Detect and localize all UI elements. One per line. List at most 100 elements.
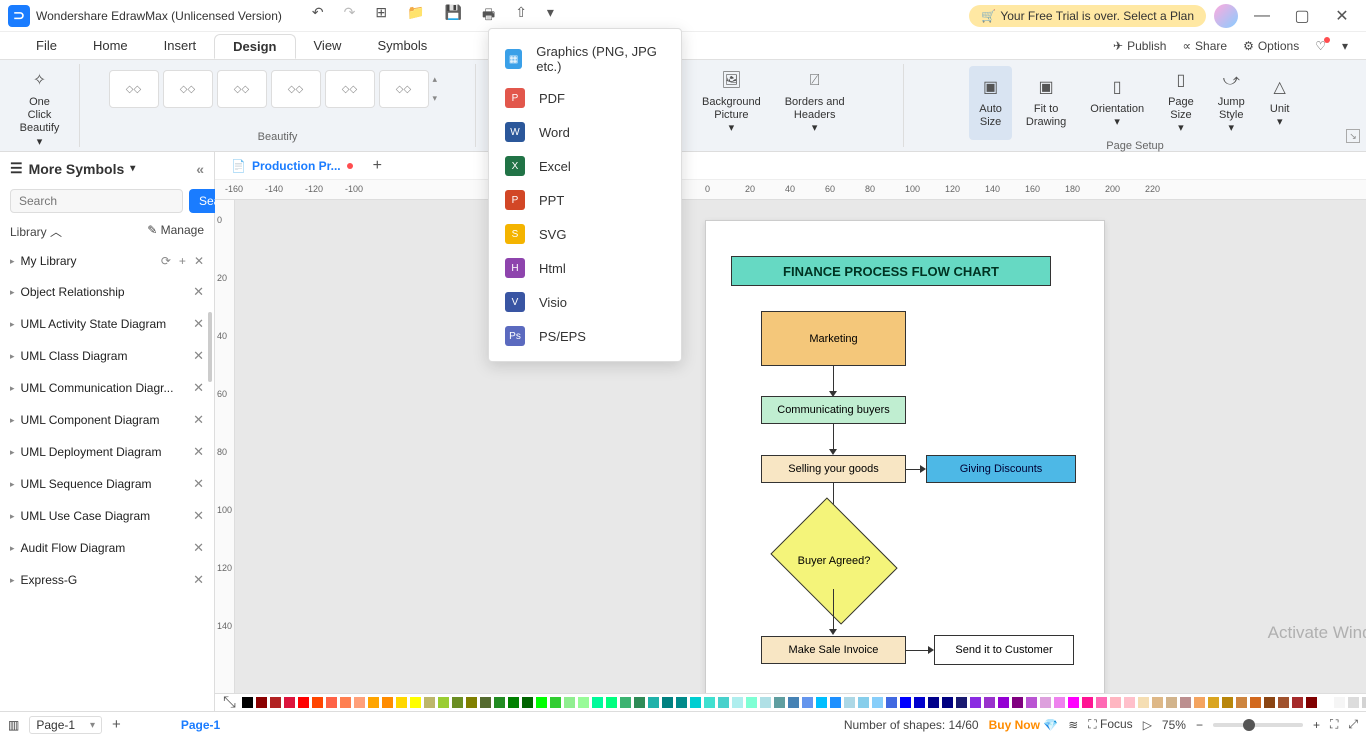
color-swatch[interactable]	[591, 696, 604, 709]
color-swatch[interactable]	[647, 696, 660, 709]
color-swatch[interactable]	[1277, 696, 1290, 709]
color-swatch[interactable]	[1207, 696, 1220, 709]
pages-panel-icon[interactable]: ▥	[8, 718, 19, 732]
color-swatch[interactable]	[1123, 696, 1136, 709]
close-icon[interactable]: ✕	[193, 380, 204, 396]
close-icon[interactable]: ✕	[193, 508, 204, 524]
library-item[interactable]: ▸Object Relationship✕	[0, 276, 214, 308]
color-swatch[interactable]	[745, 696, 758, 709]
color-swatch[interactable]	[255, 696, 268, 709]
color-swatch[interactable]	[577, 696, 590, 709]
options-button[interactable]: ⚙ Options	[1243, 39, 1299, 53]
library-item[interactable]: ▸Express-G✕	[0, 564, 214, 596]
scrollbar-thumb[interactable]	[208, 312, 212, 382]
notification-button[interactable]: ♡	[1315, 39, 1326, 53]
close-button[interactable]: ✕	[1326, 2, 1358, 30]
color-swatch[interactable]	[311, 696, 324, 709]
theme-style-3[interactable]: ◇◇	[217, 70, 267, 108]
color-swatch[interactable]	[1095, 696, 1108, 709]
color-swatch[interactable]	[983, 696, 996, 709]
document-tab[interactable]: 📄 Production Pr...	[223, 155, 361, 177]
zoom-out-button[interactable]: −	[1196, 718, 1203, 732]
refresh-icon[interactable]: ⟳	[161, 254, 171, 268]
add-tab-button[interactable]: +	[373, 157, 382, 175]
color-swatch[interactable]	[619, 696, 632, 709]
color-swatch[interactable]	[885, 696, 898, 709]
color-swatch[interactable]	[605, 696, 618, 709]
color-swatch[interactable]	[1235, 696, 1248, 709]
color-swatch[interactable]	[941, 696, 954, 709]
share-button[interactable]: ∝ Share	[1182, 39, 1227, 53]
color-swatch[interactable]	[913, 696, 926, 709]
borders-headers-button[interactable]: ⍁ Borders and Headers ▾	[775, 66, 855, 140]
library-item[interactable]: ▸UML Component Diagram✕	[0, 404, 214, 436]
color-swatch[interactable]	[1249, 696, 1262, 709]
menu-view[interactable]: View	[296, 34, 360, 57]
search-input[interactable]	[10, 189, 183, 213]
fit-drawing-button[interactable]: ▣ Fit to Drawing	[1016, 66, 1076, 140]
style-scroll-up-icon[interactable]: ▴	[433, 74, 447, 85]
color-swatch[interactable]	[1291, 696, 1304, 709]
library-item[interactable]: ▸My Library⟳+✕	[0, 246, 214, 276]
close-icon[interactable]: ✕	[193, 572, 204, 588]
shape-invoice[interactable]: Make Sale Invoice	[761, 636, 906, 664]
color-swatch[interactable]	[423, 696, 436, 709]
color-swatch[interactable]	[675, 696, 688, 709]
color-swatch[interactable]	[437, 696, 450, 709]
export-visio[interactable]: VVisio	[489, 285, 681, 319]
color-swatch[interactable]	[507, 696, 520, 709]
redo-icon[interactable]: ↷	[344, 4, 356, 28]
menu-design[interactable]: Design	[214, 34, 295, 59]
minimize-button[interactable]: —	[1246, 2, 1278, 30]
add-icon[interactable]: +	[179, 254, 186, 268]
color-swatch[interactable]	[367, 696, 380, 709]
close-icon[interactable]: ✕	[193, 412, 204, 428]
color-swatch[interactable]	[353, 696, 366, 709]
color-swatch[interactable]	[1011, 696, 1024, 709]
trial-badge[interactable]: 🛒 Your Free Trial is over. Select a Plan	[969, 5, 1206, 27]
color-swatch[interactable]	[787, 696, 800, 709]
color-swatch[interactable]	[1347, 696, 1360, 709]
color-swatch[interactable]	[1053, 696, 1066, 709]
color-swatch[interactable]	[1165, 696, 1178, 709]
close-icon[interactable]: ✕	[193, 444, 204, 460]
color-swatch[interactable]	[521, 696, 534, 709]
undo-icon[interactable]: ↶	[312, 4, 324, 28]
auto-size-button[interactable]: ▣ Auto Size	[969, 66, 1012, 140]
color-swatch[interactable]	[1319, 696, 1332, 709]
canvas[interactable]: FINANCE PROCESS FLOW CHART Marketing Com…	[235, 200, 1366, 693]
color-swatch[interactable]	[843, 696, 856, 709]
page-selector[interactable]: Page-1 ▾	[29, 716, 102, 734]
ribbon-collapse-icon[interactable]: ▾	[1342, 39, 1348, 53]
color-swatch[interactable]	[1039, 696, 1052, 709]
focus-button[interactable]: ⛶ Focus	[1088, 717, 1132, 732]
close-icon[interactable]: ✕	[193, 316, 204, 332]
library-item[interactable]: ▸UML Activity State Diagram✕	[0, 308, 214, 340]
color-swatch[interactable]	[1305, 696, 1318, 709]
export-html[interactable]: HHtml	[489, 251, 681, 285]
color-swatch[interactable]	[409, 696, 422, 709]
close-icon[interactable]: ✕	[194, 254, 204, 268]
color-swatch[interactable]	[1221, 696, 1234, 709]
close-icon[interactable]: ✕	[193, 540, 204, 556]
publish-button[interactable]: ✈ Publish	[1113, 39, 1166, 53]
color-swatch[interactable]	[479, 696, 492, 709]
export-excel[interactable]: XExcel	[489, 149, 681, 183]
shape-discounts[interactable]: Giving Discounts	[926, 455, 1076, 483]
color-swatch[interactable]	[269, 696, 282, 709]
menu-insert[interactable]: Insert	[146, 34, 215, 57]
color-swatch[interactable]	[815, 696, 828, 709]
color-swatch[interactable]	[927, 696, 940, 709]
color-swatch[interactable]	[1025, 696, 1038, 709]
library-item[interactable]: ▸UML Deployment Diagram✕	[0, 436, 214, 468]
color-swatch[interactable]	[493, 696, 506, 709]
hamburger-icon[interactable]: ☰	[10, 160, 23, 177]
unit-button[interactable]: △ Unit ▾	[1259, 66, 1301, 140]
export-icon[interactable]: ⇧	[515, 4, 527, 28]
color-swatch[interactable]	[1361, 696, 1366, 709]
color-swatch[interactable]	[451, 696, 464, 709]
color-swatch[interactable]	[759, 696, 772, 709]
print-icon[interactable]: 🖶	[482, 4, 495, 28]
background-picture-button[interactable]: 🖼 Background Picture ▾	[692, 66, 771, 140]
close-icon[interactable]: ✕	[193, 284, 204, 300]
